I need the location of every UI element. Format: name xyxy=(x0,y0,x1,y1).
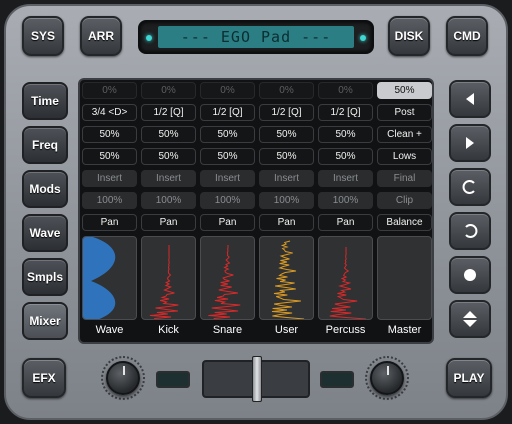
mixer-cell-percuss-2[interactable]: 50% xyxy=(318,126,373,143)
mixer-cell-user-5[interactable]: 100% xyxy=(259,192,314,209)
right-knob[interactable] xyxy=(370,361,404,395)
mixer-cell-snare-0[interactable]: 0% xyxy=(200,82,255,99)
rotate-cw-icon[interactable] xyxy=(449,212,491,250)
mixer-cell-user-3[interactable]: 50% xyxy=(259,148,314,165)
mixer-cell-wave-3[interactable]: 50% xyxy=(82,148,137,165)
mixer-cell-user-0[interactable]: 0% xyxy=(259,82,314,99)
mixer-cell-wave-2[interactable]: 50% xyxy=(82,126,137,143)
mixer-cell-wave-5[interactable]: 100% xyxy=(82,192,137,209)
mixer-cell-master-5[interactable]: Clip xyxy=(377,192,432,209)
mixer-cell-percuss-5[interactable]: 100% xyxy=(318,192,373,209)
mixer-cell-master-6[interactable]: Balance xyxy=(377,214,432,231)
channel-label-wave: Wave xyxy=(95,324,124,336)
mixer-cell-master-0[interactable]: 50% xyxy=(377,82,432,99)
channel-label-percuss: Percuss xyxy=(325,324,366,336)
tab-wave[interactable]: Wave xyxy=(22,214,68,252)
led-right xyxy=(360,35,366,41)
waveform-kick xyxy=(141,236,196,320)
tab-smpls[interactable]: Smpls xyxy=(22,258,68,296)
mixer-cell-master-2[interactable]: Clean + xyxy=(377,126,432,143)
mixer-cell-snare-1[interactable]: 1/2 [Q] xyxy=(200,104,255,121)
efx-button[interactable]: EFX xyxy=(22,358,66,398)
channel-label-snare: Snare xyxy=(212,324,243,336)
mixer-cell-kick-2[interactable]: 50% xyxy=(141,126,196,143)
mixer-cell-kick-6[interactable]: Pan xyxy=(141,214,196,231)
play-button[interactable]: PLAY xyxy=(446,358,492,398)
left-mini-display xyxy=(156,371,190,388)
waveform-master xyxy=(377,236,432,320)
mixer-cell-wave-1[interactable]: 3/4 <D> xyxy=(82,104,137,121)
mixer-cell-percuss-3[interactable]: 50% xyxy=(318,148,373,165)
mixer-cell-kick-3[interactable]: 50% xyxy=(141,148,196,165)
waveform-percuss xyxy=(318,236,373,320)
record-dot-icon[interactable] xyxy=(449,256,491,294)
tab-time[interactable]: Time xyxy=(22,82,68,120)
display-text: --- EGO Pad --- xyxy=(158,26,354,48)
mixer-cell-kick-4[interactable]: Insert xyxy=(141,170,196,187)
mixer-cell-snare-4[interactable]: Insert xyxy=(200,170,255,187)
mixer-cell-wave-0[interactable]: 0% xyxy=(82,82,137,99)
tab-mixer[interactable]: Mixer xyxy=(22,302,68,340)
mixer-cell-master-1[interactable]: Post xyxy=(377,104,432,121)
mixer-cell-snare-2[interactable]: 50% xyxy=(200,126,255,143)
mixer-cell-percuss-6[interactable]: Pan xyxy=(318,214,373,231)
waveform-snare xyxy=(200,236,255,320)
channel-label-user: User xyxy=(274,324,299,336)
mixer-cell-snare-5[interactable]: 100% xyxy=(200,192,255,209)
mixer-cell-user-6[interactable]: Pan xyxy=(259,214,314,231)
mixer-cell-wave-6[interactable]: Pan xyxy=(82,214,137,231)
channel-label-kick: Kick xyxy=(158,324,179,336)
mixer-cell-kick-0[interactable]: 0% xyxy=(141,82,196,99)
waveform-user xyxy=(259,236,314,320)
crossfader-handle[interactable] xyxy=(252,356,262,402)
crossfader[interactable] xyxy=(202,356,310,402)
mixer-cell-snare-6[interactable]: Pan xyxy=(200,214,255,231)
mixer-cell-user-4[interactable]: Insert xyxy=(259,170,314,187)
mixer-cell-percuss-1[interactable]: 1/2 [Q] xyxy=(318,104,373,121)
up-down-icon[interactable] xyxy=(449,300,491,338)
channel-label-master: Master xyxy=(387,324,422,336)
led-left xyxy=(146,35,152,41)
mixer-cell-snare-3[interactable]: 50% xyxy=(200,148,255,165)
waveform-wave xyxy=(82,236,137,320)
mixer-cell-wave-4[interactable]: Insert xyxy=(82,170,137,187)
mixer-cell-kick-5[interactable]: 100% xyxy=(141,192,196,209)
disk-button[interactable]: DISK xyxy=(388,16,430,56)
sys-button[interactable]: SYS xyxy=(22,16,64,56)
mixer-cell-percuss-4[interactable]: Insert xyxy=(318,170,373,187)
cmd-button[interactable]: CMD xyxy=(446,16,488,56)
mixer-cell-user-1[interactable]: 1/2 [Q] xyxy=(259,104,314,121)
tab-freq[interactable]: Freq xyxy=(22,126,68,164)
tab-mods[interactable]: Mods xyxy=(22,170,68,208)
mixer-cell-master-3[interactable]: Lows xyxy=(377,148,432,165)
arrow-right-icon[interactable] xyxy=(449,124,491,162)
mixer-cell-user-2[interactable]: 50% xyxy=(259,126,314,143)
arrow-left-icon[interactable] xyxy=(449,80,491,118)
left-knob[interactable] xyxy=(106,361,140,395)
arr-button[interactable]: ARR xyxy=(80,16,122,56)
lcd-display: --- EGO Pad --- xyxy=(138,20,374,54)
mixer-cell-kick-1[interactable]: 1/2 [Q] xyxy=(141,104,196,121)
mixer-cell-percuss-0[interactable]: 0% xyxy=(318,82,373,99)
mixer-cell-master-4[interactable]: Final xyxy=(377,170,432,187)
right-mini-display xyxy=(320,371,354,388)
rotate-ccw-icon[interactable] xyxy=(449,168,491,206)
